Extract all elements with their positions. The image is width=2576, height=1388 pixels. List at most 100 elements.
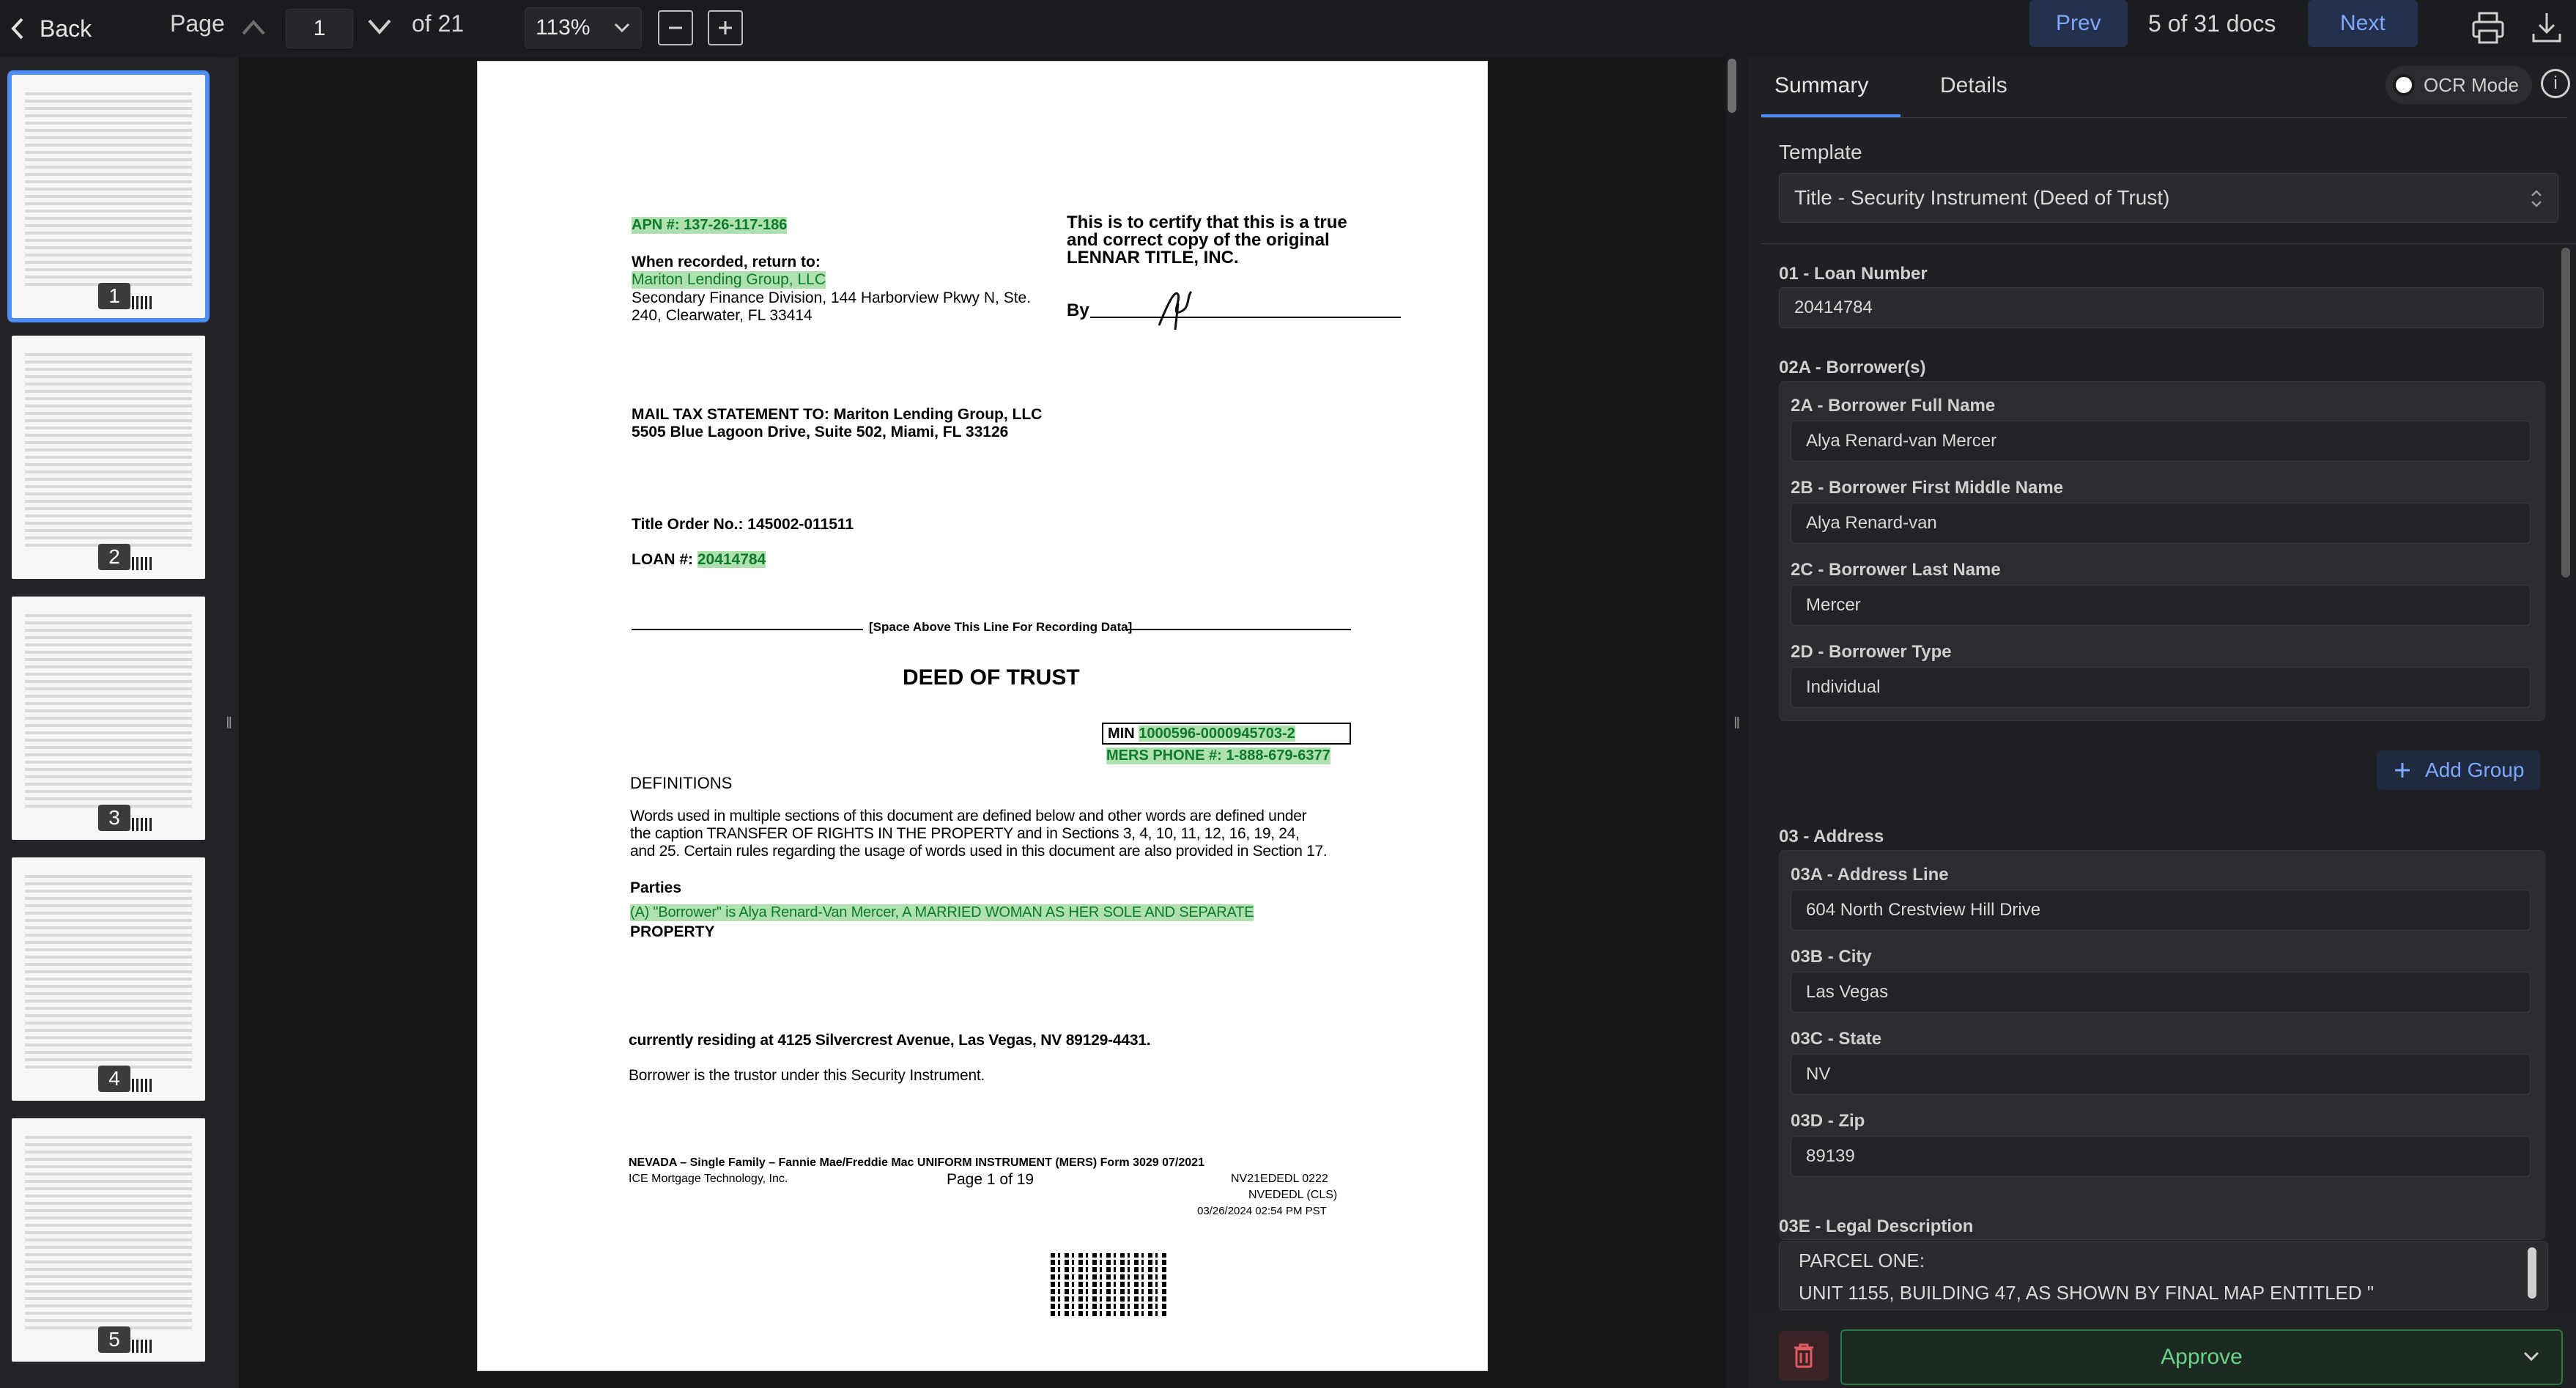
thumbnail-number: 2 [98,544,130,570]
prev-button[interactable]: Prev [2029,0,2128,47]
page-number-input[interactable]: 1 [286,9,353,48]
parties-heading: Parties [630,879,682,896]
address-line-field[interactable]: 604 North Crestview Hill Drive [1791,890,2531,931]
tab-details[interactable]: Details [1940,73,2007,98]
back-button[interactable]: Back [9,7,92,50]
lender-address-1: Secondary Finance Division, 144 Harborvi… [632,289,1032,306]
address-label: 03 - Address [1779,827,1884,846]
city-field[interactable]: Las Vegas [1791,972,2531,1013]
document-page: APN #: 137-26-117-186 When recorded, ret… [478,62,1487,1370]
left-splitter[interactable]: ‖ [220,57,239,1388]
footer-code-2: NVEDEDL (CLS) [1248,1189,1338,1201]
borrower-type-label: 2D - Borrower Type [1791,642,1952,662]
recording-divider-right [1127,629,1351,630]
footer-code-1: NV21EDEDL 0222 [1231,1173,1328,1185]
borrower-first-label: 2B - Borrower First Middle Name [1791,478,2064,498]
next-button[interactable]: Next [2308,0,2418,47]
legal-description-textarea[interactable]: PARCEL ONE: UNIT 1155, BUILDING 47, AS S… [1779,1241,2548,1310]
updown-chevron-icon [2531,190,2542,207]
residing-line: currently residing at 4125 Silvercrest A… [629,1032,1151,1049]
template-label: Template [1779,141,1862,163]
zip-label: 03D - Zip [1791,1111,1865,1131]
ocr-mode-toggle[interactable]: OCR Mode [2385,66,2532,104]
tab-underline [1761,114,1900,117]
viewer-scrollbar[interactable] [1728,59,1736,113]
minus-icon [669,26,682,29]
prev-label: Prev [2056,11,2101,35]
legal-line-1: PARCEL ONE: [1799,1249,1925,1271]
borrower-line: (A) "Borrower" is Alya Renard-Van Mercer… [630,904,1254,921]
space-above-line: [Space Above This Line For Recording Dat… [869,620,1133,634]
plus-icon [2395,763,2410,778]
add-group-label: Add Group [2425,758,2525,781]
borrower-last-label: 2C - Borrower Last Name [1791,560,2001,580]
state-field[interactable]: NV [1791,1054,2531,1095]
template-select[interactable]: Title - Security Instrument (Deed of Tru… [1779,173,2558,223]
thumbnail-page-4[interactable]: 4 [12,857,205,1101]
chevron-down-icon[interactable] [365,16,394,38]
property-line: PROPERTY [630,923,715,940]
panel-divider [1761,243,2576,244]
borrower-first-field[interactable]: Alya Renard-van [1791,503,2531,544]
qr-code-icon [132,1079,152,1092]
qr-code-icon [132,818,152,831]
thumbnail-page-1[interactable]: 1 [7,70,210,322]
min-box: MIN 1000596-0000945703-2 [1102,723,1351,745]
thumbnail-page-2[interactable]: 2 [12,336,205,579]
right-splitter[interactable]: ‖ [1726,57,1748,1388]
borrower-full-value: Alya Renard-van Mercer [1806,431,1997,451]
loan-prefix: LOAN #: [632,551,693,568]
delete-button[interactable] [1779,1331,1829,1381]
footer-date: 03/26/2024 02:54 PM PST [1197,1205,1327,1217]
doc-counter: 5 of 31 docs [2148,10,2276,37]
chevron-up-icon[interactable] [239,16,268,38]
legal-scrollbar[interactable] [2528,1247,2536,1299]
zoom-in-button[interactable] [708,10,743,45]
definitions-text-3: and 25. Certain rules regarding the usag… [630,843,1328,860]
footer-page: Page 1 of 19 [947,1171,1035,1188]
chevron-down-icon[interactable] [2520,1345,2542,1367]
borrower-last-field[interactable]: Mercer [1791,585,2531,626]
city-value: Las Vegas [1806,982,1889,1002]
borrowers-label: 02A - Borrower(s) [1779,358,1926,377]
approve-label: Approve [2161,1345,2243,1369]
approve-button[interactable]: Approve [1840,1329,2563,1385]
loan-number-highlight: 20414784 [697,551,766,568]
borrower-full-label: 2A - Borrower Full Name [1791,396,1996,416]
tab-summary[interactable]: Summary [1774,73,1868,98]
title-order: Title Order No.: 145002-011511 [632,516,854,533]
download-icon[interactable] [2528,9,2566,47]
panel-scrollbar[interactable] [2561,248,2570,577]
zip-value: 89139 [1806,1146,1855,1166]
thumbnail-number: 5 [98,1326,130,1353]
address-line-value: 604 North Crestview Hill Drive [1806,900,2041,920]
thumbnail-number: 1 [98,283,130,309]
thumbnail-page-5[interactable]: 5 [12,1118,205,1362]
min-prefix: MIN [1108,726,1135,742]
thumbnail-page-3[interactable]: 3 [12,597,205,840]
borrower-type-field[interactable]: Individual [1791,667,2531,708]
lender-name: Mariton Lending Group, LLC [632,271,826,289]
signature-icon [1158,290,1193,331]
borrower-full-field[interactable]: Alya Renard-van Mercer [1791,421,2531,462]
info-icon[interactable]: i [2541,69,2570,98]
lender-address-2: 240, Clearwater, FL 33414 [632,307,813,324]
loan-number-field[interactable]: 20414784 [1779,287,2544,328]
zoom-select[interactable]: 113% [525,7,642,48]
printer-icon[interactable] [2469,9,2507,47]
ocr-mode-label: OCR Mode [2423,73,2519,96]
toolbar: Back Page 1 of 21 113% Prev 5 of 31 docs… [0,0,2576,58]
state-value: NV [1806,1064,1831,1084]
page-label: Page [170,10,225,37]
borrower-first-value: Alya Renard-van [1806,513,1937,533]
qr-code-icon [132,557,152,570]
recorded-return: When recorded, return to: [632,254,821,270]
zoom-out-button[interactable] [658,10,693,45]
add-group-button[interactable]: Add Group [2377,750,2541,790]
qr-code-icon [132,296,152,309]
loan-number-value: 20414784 [1794,298,1873,317]
mail-tax-line-2: 5505 Blue Lagoon Drive, Suite 502, Miami… [632,424,1009,440]
toggle-knob-icon [2392,74,2415,96]
zip-field[interactable]: 89139 [1791,1136,2531,1177]
back-label: Back [40,15,92,42]
